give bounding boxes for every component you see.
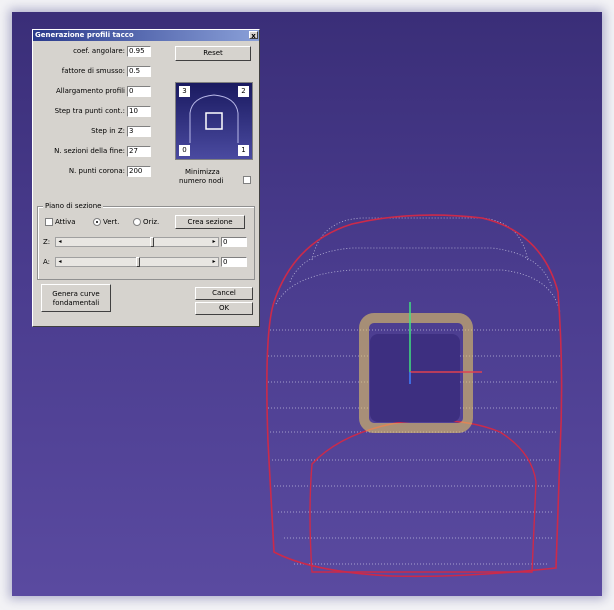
allargamento-input[interactable]: 0 xyxy=(127,86,151,97)
field-label: Allargamento profili xyxy=(55,87,125,95)
section-group-label: Piano di sezione xyxy=(43,202,104,210)
oriz-radio[interactable] xyxy=(133,218,141,226)
step-punti-input[interactable]: 10 xyxy=(127,106,151,117)
z-value-field[interactable]: 0 xyxy=(221,237,247,247)
z-slider-left-arrow-icon[interactable]: ◂ xyxy=(56,238,64,246)
minimize-label-2: numero nodi xyxy=(179,177,224,185)
minimize-checkbox[interactable] xyxy=(243,176,251,184)
genera-label-line1: Genera curve xyxy=(52,290,100,298)
a-label: A: xyxy=(43,258,51,266)
field-label: N. punti corona: xyxy=(68,167,125,175)
heel-inner-outline xyxy=(309,419,537,573)
square-hole xyxy=(370,334,460,422)
genera-label-line2: fondamentali xyxy=(52,299,100,307)
field-row-step-z: Step in Z: xyxy=(33,125,125,137)
cancel-button[interactable]: Cancel xyxy=(195,287,253,300)
a-value-field[interactable]: 0 xyxy=(221,257,247,267)
field-row-step-cont: Step tra punti cont.: xyxy=(33,105,125,117)
a-slider-thumb[interactable] xyxy=(136,257,140,267)
fattore-smusso-input[interactable]: 0.5 xyxy=(127,66,151,77)
attiva-checkbox[interactable] xyxy=(45,218,53,226)
close-icon[interactable]: x xyxy=(249,31,258,40)
field-row-sezioni: N. sezioni della fine: xyxy=(33,145,125,157)
minimize-label-1: Minimizza xyxy=(185,168,220,176)
crea-sezione-button[interactable]: Crea sezione xyxy=(175,215,245,229)
field-label: coef. angolare: xyxy=(73,47,125,55)
field-label: Step in Z: xyxy=(91,127,125,135)
field-row-smusso: fattore di smusso: xyxy=(33,65,125,77)
z-slider[interactable]: ◂ ▸ xyxy=(55,237,219,247)
node-preview[interactable]: 3 2 0 1 xyxy=(175,82,253,160)
field-label: Step tra punti cont.: xyxy=(54,107,125,115)
viewport-frame: Generazione profili tacco x coef. angola… xyxy=(12,12,602,596)
profile-generation-dialog: Generazione profili tacco x coef. angola… xyxy=(32,29,260,327)
dialog-titlebar: Generazione profili tacco x xyxy=(33,30,259,41)
punti-corona-input[interactable]: 200 xyxy=(127,166,151,177)
a-slider-right-arrow-icon[interactable]: ▸ xyxy=(210,258,218,266)
field-row-allargamento: Allargamento profili xyxy=(33,85,125,97)
dialog-title: Generazione profili tacco xyxy=(35,31,134,39)
node-preview-diagram xyxy=(189,94,239,143)
reset-button[interactable]: Reset xyxy=(175,46,251,61)
z-slider-thumb[interactable] xyxy=(150,237,155,247)
step-z-input[interactable]: 3 xyxy=(127,126,151,137)
field-label: N. sezioni della fine: xyxy=(54,147,125,155)
a-slider-left-arrow-icon[interactable]: ◂ xyxy=(56,258,64,266)
ok-button[interactable]: OK xyxy=(195,302,253,315)
field-row-coef: coef. angolare: xyxy=(33,45,125,57)
coef-angolare-input[interactable]: 0.95 xyxy=(127,46,151,57)
oriz-label: Oriz. xyxy=(143,218,160,226)
z-label: Z: xyxy=(43,238,51,246)
attiva-label: Attiva xyxy=(55,218,76,226)
z-slider-right-arrow-icon[interactable]: ▸ xyxy=(210,238,218,246)
a-slider[interactable]: ◂ ▸ xyxy=(55,257,219,267)
genera-curve-button[interactable]: Genera curve fondamentali xyxy=(41,284,111,312)
vert-radio[interactable] xyxy=(93,218,101,226)
field-label: fattore di smusso: xyxy=(61,67,125,75)
sezioni-input[interactable]: 27 xyxy=(127,146,151,157)
vert-label: Vert. xyxy=(103,218,120,226)
field-row-corona: N. punti corona: xyxy=(33,165,125,177)
